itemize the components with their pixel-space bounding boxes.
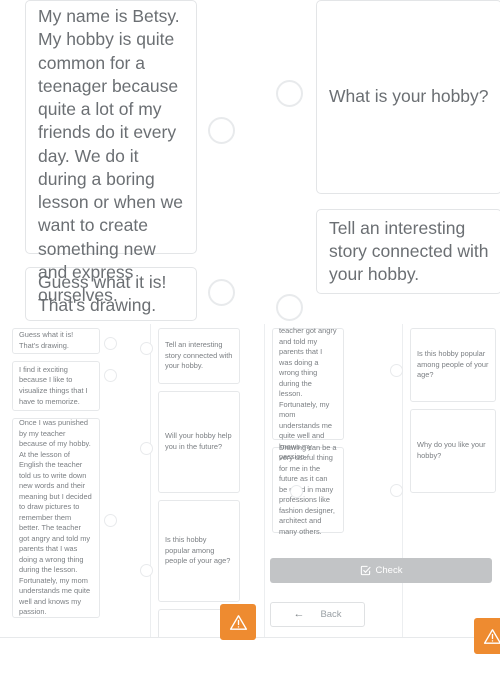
mini-column-divider-1 bbox=[150, 322, 151, 638]
mini-exercise-view: Guess what it is! That's drawing. I find… bbox=[0, 322, 500, 638]
zoom-column-answers: My name is Betsy. My hobby is quite comm… bbox=[25, 0, 197, 321]
warning-badge-1[interactable] bbox=[220, 604, 256, 640]
check-button-label: Check bbox=[375, 565, 403, 576]
mini-card-question-tell-story[interactable]: Tell an interesting story connected with… bbox=[158, 328, 240, 384]
zoom-column-questions: What is your hobby? Tell an interesting … bbox=[316, 0, 500, 294]
mini-connector-far-right-2[interactable] bbox=[390, 484, 403, 497]
zoom-card-text: Tell an interesting story connected with… bbox=[329, 217, 489, 285]
zoom-card-text: What is your hobby? bbox=[329, 86, 489, 107]
mini-card-answer-punished-cont[interactable]: remember them better. The teacher got an… bbox=[272, 322, 344, 461]
zoom-card-text: Guess what it is! That's drawing. bbox=[38, 271, 167, 315]
mini-connector-mid-2[interactable] bbox=[140, 442, 153, 455]
zoom-card-text: My name is Betsy. My hobby is quite comm… bbox=[38, 6, 183, 306]
mini-connector-left-1[interactable] bbox=[104, 337, 117, 350]
arrow-left-icon: ← bbox=[293, 608, 305, 620]
zoom-connector-left-2[interactable] bbox=[208, 279, 235, 306]
mini-column-answers-right: remember them better. The teacher got an… bbox=[272, 322, 344, 540]
mini-connector-left-3[interactable] bbox=[104, 514, 117, 527]
mini-connector-left-2[interactable] bbox=[104, 369, 117, 382]
mini-column-questions-left: Tell an interesting story connected with… bbox=[158, 328, 240, 638]
mini-card-question-future[interactable]: Will your hobby help you in the future? bbox=[158, 391, 240, 493]
mini-card-text: Tell an interesting story connected with… bbox=[165, 340, 233, 371]
mini-connector-right-1[interactable] bbox=[290, 485, 303, 498]
check-button[interactable]: Check bbox=[270, 558, 492, 583]
warning-triangle-icon bbox=[229, 613, 248, 632]
mini-connector-mid-1[interactable] bbox=[140, 342, 153, 355]
zoom-connector-right-2[interactable] bbox=[276, 294, 303, 321]
mini-card-text: Will your hobby help you in the future? bbox=[165, 431, 232, 451]
zoom-card-question-what-hobby[interactable]: What is your hobby? bbox=[316, 0, 500, 194]
mini-card-text: I find it exciting because I like to vis… bbox=[19, 364, 88, 406]
back-button[interactable]: ← Back bbox=[270, 602, 365, 627]
zoomed-exercise-view: My name is Betsy. My hobby is quite comm… bbox=[0, 0, 500, 324]
zoom-card-question-tell-story[interactable]: Tell an interesting story connected with… bbox=[316, 209, 500, 294]
mini-card-text: Why do you like your hobby? bbox=[417, 440, 486, 460]
zoom-connector-right-1[interactable] bbox=[276, 80, 303, 107]
mini-card-answer-exciting[interactable]: I find it exciting because I like to vis… bbox=[12, 361, 100, 411]
mini-column-divider-2 bbox=[264, 322, 265, 638]
mini-connector-far-right-1[interactable] bbox=[390, 364, 403, 377]
warning-triangle-icon bbox=[483, 627, 500, 646]
zoom-card-answer-guess[interactable]: Guess what it is! That's drawing. bbox=[25, 267, 197, 321]
mini-card-text: Guess what it is! That's drawing. bbox=[19, 330, 74, 350]
mini-card-text: Once I was punished by my teacher becaus… bbox=[19, 418, 92, 617]
mini-card-text: Is this hobby popular among people of yo… bbox=[165, 535, 231, 566]
mini-card-question-popular-2[interactable]: Is this hobby popular among people of yo… bbox=[410, 328, 496, 402]
mini-card-question-why-like[interactable]: Why do you like your hobby? bbox=[410, 409, 496, 493]
mini-card-text: Is this hobby popular among people of yo… bbox=[417, 349, 489, 380]
mini-card-question-popular[interactable]: Is this hobby popular among people of yo… bbox=[158, 500, 240, 602]
mini-card-text: Drawing can be a very useful thing for m… bbox=[279, 442, 337, 536]
mini-card-answer-drawing-useful[interactable]: Drawing can be a very useful thing for m… bbox=[272, 443, 344, 536]
mini-column-answers-left: Guess what it is! That's drawing. I find… bbox=[12, 328, 100, 625]
zoom-card-answer-betsy[interactable]: My name is Betsy. My hobby is quite comm… bbox=[25, 0, 197, 305]
zoom-connector-left-1[interactable] bbox=[208, 117, 235, 144]
warning-badge-2[interactable] bbox=[474, 618, 500, 654]
mini-card-answer-punished[interactable]: Once I was punished by my teacher becaus… bbox=[12, 418, 100, 618]
mini-connector-mid-3[interactable] bbox=[140, 564, 153, 577]
back-button-label: Back bbox=[320, 609, 342, 620]
mini-card-answer-guess[interactable]: Guess what it is! That's drawing. bbox=[12, 328, 100, 354]
check-square-icon bbox=[360, 565, 371, 576]
mini-column-questions-right: Is this hobby popular among people of yo… bbox=[410, 328, 496, 500]
